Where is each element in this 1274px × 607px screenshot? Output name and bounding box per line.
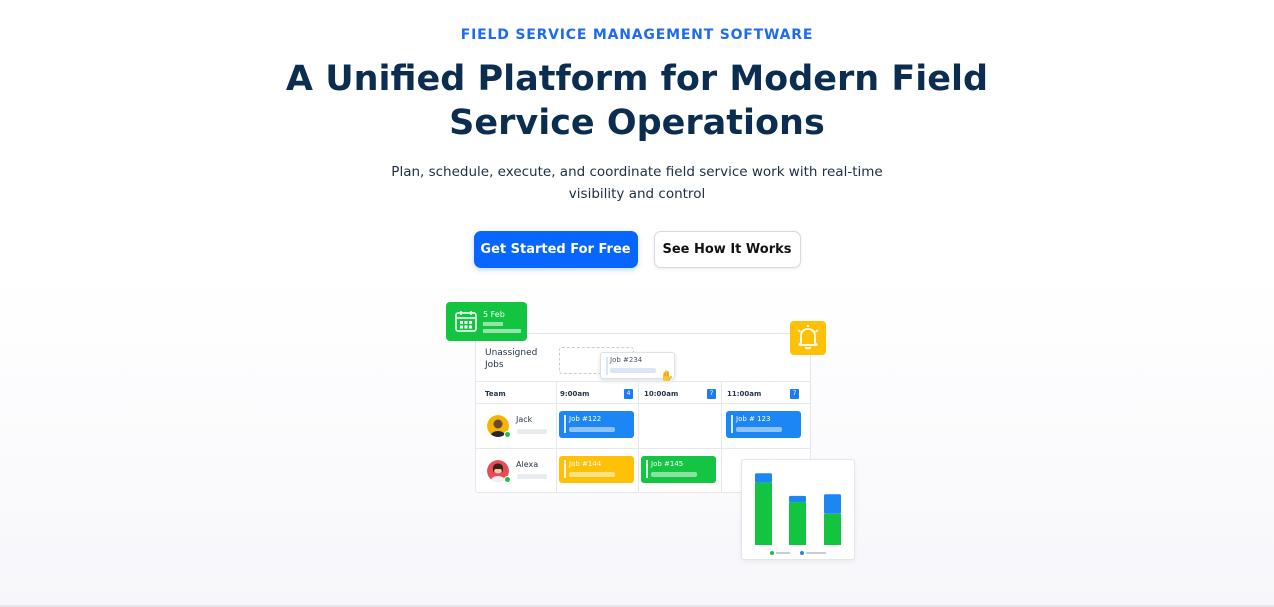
- job-card-123: Job # 123: [726, 411, 801, 438]
- see-how-it-works-button[interactable]: See How It Works: [653, 231, 801, 268]
- scheduling-illustration: Unassigned Jobs Job #234 ✋ Team 9:00am 4…: [440, 295, 860, 565]
- grid-divider: [721, 381, 722, 493]
- column-11am: 11:00am: [727, 390, 762, 398]
- job-label: Job # 123: [736, 415, 771, 423]
- hero-subtext-line-2: visibility and control: [568, 186, 706, 202]
- column-team: Team: [485, 390, 506, 398]
- bar-1-series-1: [755, 482, 772, 545]
- eyebrow-label: FIELD SERVICE MANAGEMENT SOFTWARE: [460, 27, 814, 43]
- grid-divider: [556, 381, 557, 493]
- member-placeholder-bar: [517, 429, 547, 434]
- column-9am-count: 4: [624, 389, 633, 399]
- member-name-jack: Jack: [516, 415, 533, 424]
- job-card-144: Job #144: [559, 456, 634, 483]
- page-title: A Unified Platform for Modern Field Serv…: [0, 57, 1274, 145]
- grid-divider: [638, 381, 639, 493]
- job-placeholder-bar: [569, 472, 615, 477]
- member-placeholder-bar: [517, 474, 547, 479]
- dragged-job-label: Job #234: [610, 356, 643, 364]
- legend-swatch-green: [770, 551, 774, 555]
- column-10am-count: 7: [707, 389, 716, 399]
- grid-divider: [476, 403, 810, 404]
- bell-icon: [797, 325, 819, 350]
- online-status-dot: [504, 476, 511, 483]
- job-placeholder-bar: [569, 427, 615, 432]
- job-label: Job #144: [569, 460, 602, 468]
- job-placeholder-bar: [651, 472, 697, 477]
- bar-3-series-1: [824, 513, 841, 545]
- notification-card: [790, 321, 826, 355]
- online-status-dot: [504, 431, 511, 438]
- hero-subtext-line-1: Plan, schedule, execute, and coordinate …: [391, 164, 883, 180]
- bar-2-series-2: [789, 495, 806, 503]
- grid-divider: [476, 381, 810, 382]
- job-card-122: Job #122: [559, 411, 634, 438]
- date-placeholder-bar: [483, 322, 503, 326]
- member-name-alexa: Alexa: [516, 460, 539, 469]
- bar-1-series-2: [755, 473, 772, 483]
- legend-swatch-blue: [800, 551, 804, 555]
- column-9am: 9:00am: [560, 390, 590, 398]
- job-label: Job #122: [569, 415, 602, 423]
- job-stripe: [564, 460, 566, 478]
- column-11am-count: 7: [790, 389, 799, 399]
- grid-divider: [476, 448, 810, 449]
- utilization-chart-card: [741, 459, 855, 560]
- legend-placeholder: [776, 552, 790, 554]
- date-card: 5 Feb: [446, 302, 527, 341]
- job-label: Job #145: [651, 460, 684, 468]
- utilization-chart: [755, 473, 841, 555]
- unassigned-jobs-label: Unassigned Jobs: [485, 347, 537, 371]
- job-card-145: Job #145: [641, 456, 716, 483]
- page-title-line-2: Service Operations: [449, 103, 825, 143]
- get-started-button[interactable]: Get Started For Free: [473, 231, 638, 268]
- job-stripe: [606, 357, 608, 375]
- bar-3-series-2: [824, 494, 841, 514]
- unassigned-line-1: Unassigned: [485, 348, 538, 358]
- calendar-icon: [455, 311, 477, 332]
- column-10am: 10:00am: [644, 390, 679, 398]
- job-placeholder-bar: [736, 427, 782, 432]
- hero-subtext: Plan, schedule, execute, and coordinate …: [0, 161, 1274, 205]
- bar-2-series-1: [789, 502, 806, 545]
- unassigned-line-2: Jobs: [485, 360, 504, 370]
- job-stripe: [646, 460, 648, 478]
- job-stripe: [564, 415, 566, 433]
- date-label: 5 Feb: [483, 310, 505, 319]
- job-stripe: [731, 415, 733, 433]
- cta-buttons: Get Started For Free See How It Works: [0, 231, 1274, 268]
- legend-placeholder: [806, 552, 826, 554]
- date-placeholder-bar: [483, 329, 521, 333]
- job-placeholder-bar: [610, 368, 656, 373]
- page-title-line-1: A Unified Platform for Modern Field: [285, 59, 989, 99]
